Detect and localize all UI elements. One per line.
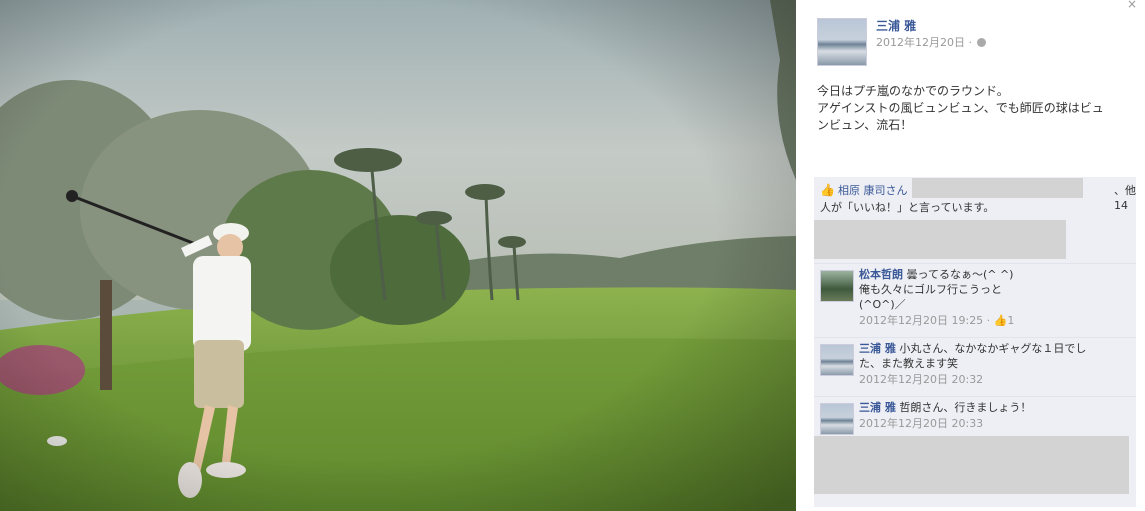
comment-text: 小丸さん、なかなかギャグな１日でし — [895, 342, 1087, 355]
comment-time[interactable]: 2012年12月20日 19:25 · — [859, 314, 994, 327]
comment-text: 曇ってるなぁ〜(^ ^) — [903, 268, 1014, 281]
close-icon[interactable]: × — [1127, 0, 1137, 11]
commenter-avatar[interactable] — [820, 344, 854, 376]
comment-text: 哲朗さん、行きましょう！ — [895, 401, 1032, 414]
post-meta: 2012年12月20日 · — [876, 34, 987, 50]
comment-like-icon[interactable]: 👍 — [994, 314, 1008, 327]
likes-others[interactable]: 、他14 — [1114, 183, 1136, 213]
comment-time[interactable]: 2012年12月20日 20:33 — [859, 416, 1129, 431]
post-text-line: アゲインストの風ビュンビュン、でも師匠の球はビュ — [817, 101, 1104, 115]
feedback-area: 👍 相原 康司さん 、他14 人が「いいね！」と言っています。 松本哲朗 曇って… — [814, 177, 1136, 507]
comment-text: (^O^)／ — [859, 298, 906, 311]
author-name[interactable]: 三浦 雅 — [876, 17, 916, 34]
commenter-name[interactable]: 松本哲朗 — [859, 268, 903, 281]
commenter-avatar[interactable] — [820, 403, 854, 435]
comment-meta: 2012年12月20日 19:25 · 👍1 — [859, 313, 1129, 328]
divider — [814, 263, 1136, 264]
golf-photo-image — [0, 0, 796, 511]
liker-name[interactable]: 相原 康司さん — [838, 184, 908, 197]
globe-icon — [977, 38, 987, 47]
post-text-line: ンビュン、流石！ — [817, 118, 913, 132]
golf-photo[interactable] — [0, 0, 796, 511]
author-avatar[interactable] — [817, 18, 867, 66]
comment-text: 俺も久々にゴルフ行こうっと — [859, 283, 1002, 296]
commenter-name[interactable]: 三浦 雅 — [859, 401, 896, 414]
likes-text: 人が「いいね！」と言っています。 — [820, 201, 995, 214]
redacted-comment-box — [814, 436, 1129, 494]
post-panel: × 三浦 雅 2012年12月20日 · 今日はプチ嵐のなかでのラウンド。 アゲ… — [796, 0, 1145, 511]
post-text-line: 今日はプチ嵐のなかでのラウンド。 — [817, 84, 1009, 98]
post-date[interactable]: 2012年12月20日 · — [876, 36, 972, 49]
comment-time[interactable]: 2012年12月20日 20:32 — [859, 372, 1129, 387]
comment-text: た、また教えます笑 — [859, 357, 958, 370]
redacted-block — [814, 220, 1066, 259]
divider — [814, 396, 1136, 397]
post-text: 今日はプチ嵐のなかでのラウンド。 アゲインストの風ビュンビュン、でも師匠の球はビ… — [817, 83, 1137, 134]
photo-viewer: × 三浦 雅 2012年12月20日 · 今日はプチ嵐のなかでのラウンド。 アゲ… — [0, 0, 1145, 511]
like-icon: 👍 — [820, 183, 835, 197]
commenter-avatar[interactable] — [820, 270, 854, 302]
commenter-name[interactable]: 三浦 雅 — [859, 342, 896, 355]
likes-summary: 👍 相原 康司さん 、他14 人が「いいね！」と言っています。 — [814, 177, 1136, 218]
comment-like-count: 1 — [1007, 314, 1015, 327]
divider — [814, 337, 1136, 338]
redacted-names — [912, 178, 1083, 198]
